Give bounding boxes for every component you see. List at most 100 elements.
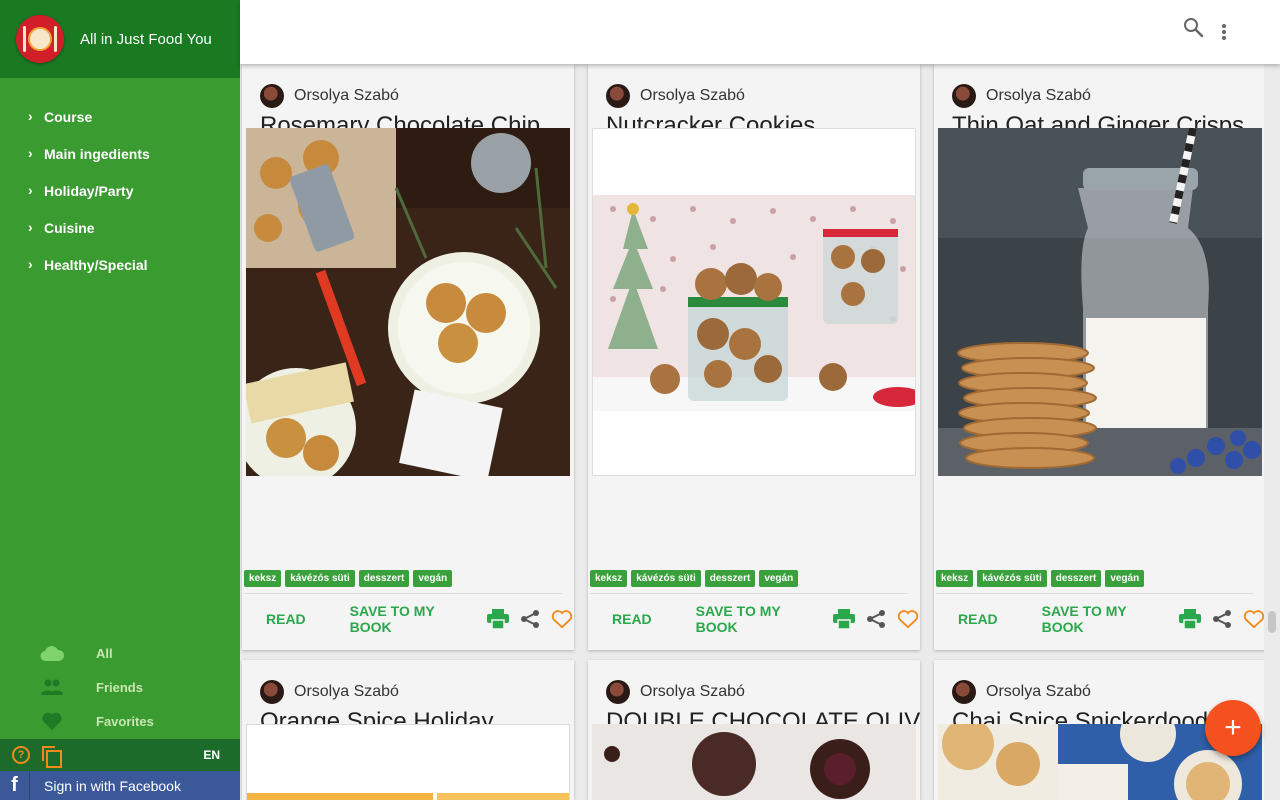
recipe-card[interactable]: Orsolya Szabó Thin Oat and Ginger Crisps bbox=[934, 64, 1264, 650]
people-icon bbox=[40, 677, 64, 697]
avatar[interactable] bbox=[260, 84, 284, 108]
card-author[interactable]: Orsolya Szabó bbox=[588, 678, 920, 706]
card-actions: READ SAVE TO MY BOOK bbox=[934, 603, 1264, 635]
knife-icon bbox=[54, 26, 57, 52]
more-vert-icon[interactable] bbox=[1214, 18, 1234, 46]
tag-list: keksz kávézós süti desszert vegán bbox=[936, 570, 1145, 587]
avatar[interactable] bbox=[606, 84, 630, 108]
tag[interactable]: vegán bbox=[1105, 570, 1145, 587]
recipe-feed: Orsolya Szabó Rosemary Chocolate Chip ke… bbox=[240, 64, 1264, 800]
sidebar: All in Just Food You › Course › Main inged… bbox=[0, 0, 240, 800]
tag[interactable]: kávézós süti bbox=[285, 570, 355, 587]
filter-favorites[interactable]: Favorites bbox=[0, 704, 240, 738]
tag[interactable]: keksz bbox=[244, 570, 282, 587]
nav-item-label: Main ingedients bbox=[44, 145, 150, 162]
chevron-right-icon: › bbox=[28, 144, 33, 161]
read-button[interactable]: READ bbox=[242, 611, 306, 627]
card-actions: READ SAVE TO MY BOOK bbox=[588, 603, 920, 635]
card-actions: READ SAVE TO MY BOOK bbox=[242, 603, 574, 635]
filter-all[interactable]: All bbox=[0, 636, 240, 670]
tag[interactable]: kávézós süti bbox=[631, 570, 701, 587]
filter-label: Favorites bbox=[96, 713, 154, 729]
save-to-book-button[interactable]: SAVE TO MY BOOK bbox=[306, 603, 466, 635]
help-icon[interactable]: ? bbox=[12, 746, 30, 764]
tag[interactable]: desszert bbox=[704, 570, 756, 587]
recipe-card[interactable]: Orsolya Szabó Nutcracker Cookies keksz k… bbox=[588, 64, 920, 650]
avatar[interactable] bbox=[606, 680, 630, 704]
tag[interactable]: kávézós süti bbox=[977, 570, 1047, 587]
filter-label: Friends bbox=[96, 679, 143, 695]
card-author[interactable]: Orsolya Szabó bbox=[588, 82, 920, 110]
favorite-icon[interactable] bbox=[896, 607, 920, 631]
add-recipe-button[interactable]: + bbox=[1205, 700, 1261, 756]
recipe-card[interactable]: Orsolya Szabó DOUBLE CHOCOLATE OLIVE bbox=[588, 660, 920, 800]
share-icon[interactable] bbox=[518, 607, 542, 631]
recipe-photo[interactable] bbox=[592, 128, 916, 476]
tag[interactable]: keksz bbox=[936, 570, 974, 587]
card-author[interactable]: Orsolya Szabó bbox=[242, 678, 574, 706]
read-button[interactable]: READ bbox=[588, 611, 652, 627]
feed-filters: All Friends Favorites bbox=[0, 636, 240, 738]
tag[interactable]: vegán bbox=[413, 570, 453, 587]
sidebar-footer: ? EN bbox=[0, 739, 240, 771]
author-name: Orsolya Szabó bbox=[640, 683, 745, 700]
card-author[interactable]: Orsolya Szabó bbox=[934, 678, 1264, 706]
nav-item-label: Holiday/Party bbox=[44, 182, 134, 199]
nav-item-label: Course bbox=[44, 108, 93, 125]
nav-item-holiday-party[interactable]: › Holiday/Party bbox=[0, 172, 240, 209]
tag[interactable]: desszert bbox=[1050, 570, 1102, 587]
favorite-icon[interactable] bbox=[550, 607, 574, 631]
search-icon[interactable] bbox=[1182, 16, 1206, 40]
app-title: All in Just Food You bbox=[80, 30, 212, 48]
card-author[interactable]: Orsolya Szabó bbox=[934, 82, 1264, 110]
divider bbox=[936, 593, 1254, 594]
chevron-right-icon: › bbox=[28, 255, 33, 272]
app-logo[interactable] bbox=[16, 15, 64, 63]
recipe-photo[interactable] bbox=[246, 724, 570, 800]
tag[interactable]: keksz bbox=[590, 570, 628, 587]
avatar[interactable] bbox=[952, 84, 976, 108]
tag[interactable]: vegán bbox=[759, 570, 799, 587]
plus-icon: + bbox=[1224, 711, 1242, 744]
share-icon[interactable] bbox=[1210, 607, 1234, 631]
top-app-bar bbox=[240, 0, 1280, 64]
card-author[interactable]: Orsolya Szabó bbox=[242, 82, 574, 110]
recipe-photo[interactable] bbox=[246, 128, 570, 476]
author-name: Orsolya Szabó bbox=[986, 87, 1091, 104]
save-to-book-button[interactable]: SAVE TO MY BOOK bbox=[652, 603, 812, 635]
scrollbar-thumb[interactable] bbox=[1268, 611, 1276, 633]
author-name: Orsolya Szabó bbox=[640, 87, 745, 104]
chevron-right-icon: › bbox=[28, 107, 33, 124]
avatar[interactable] bbox=[952, 680, 976, 704]
recipe-photo[interactable] bbox=[592, 724, 916, 800]
favorite-icon[interactable] bbox=[1242, 607, 1264, 631]
copy-icon[interactable] bbox=[42, 746, 62, 768]
save-to-book-button[interactable]: SAVE TO MY BOOK bbox=[998, 603, 1158, 635]
plate-icon bbox=[28, 27, 52, 51]
nav-item-healthy-special[interactable]: › Healthy/Special bbox=[0, 246, 240, 283]
avatar[interactable] bbox=[260, 680, 284, 704]
language-selector[interactable]: EN bbox=[203, 748, 220, 762]
nav-item-label: Healthy/Special bbox=[44, 256, 148, 273]
print-icon[interactable] bbox=[486, 607, 510, 631]
tag[interactable]: desszert bbox=[358, 570, 410, 587]
author-name: Orsolya Szabó bbox=[294, 683, 399, 700]
print-icon[interactable] bbox=[1178, 607, 1202, 631]
recipe-photo[interactable] bbox=[938, 128, 1262, 476]
nav-item-main-ingredients[interactable]: › Main ingedients bbox=[0, 135, 240, 172]
tag-list: keksz kávézós süti desszert vegán bbox=[244, 570, 453, 587]
recipe-card[interactable]: Orsolya Szabó Rosemary Chocolate Chip ke… bbox=[242, 64, 574, 650]
recipe-card[interactable]: Orsolya Szabó Orange Spice Holiday bbox=[242, 660, 574, 800]
sidebar-header: All in Just Food You bbox=[0, 0, 240, 78]
facebook-signin-button[interactable]: f Sign in with Facebook bbox=[0, 771, 240, 800]
author-name: Orsolya Szabó bbox=[294, 87, 399, 104]
read-button[interactable]: READ bbox=[934, 611, 998, 627]
filter-friends[interactable]: Friends bbox=[0, 670, 240, 704]
tag-list: keksz kávézós süti desszert vegán bbox=[590, 570, 799, 587]
nav-item-course[interactable]: › Course bbox=[0, 98, 240, 135]
share-icon[interactable] bbox=[864, 607, 888, 631]
nav-item-cuisine[interactable]: › Cuisine bbox=[0, 209, 240, 246]
print-icon[interactable] bbox=[832, 607, 856, 631]
category-nav: › Course › Main ingedients › Holiday/Party … bbox=[0, 98, 240, 283]
filter-label: All bbox=[96, 645, 113, 661]
